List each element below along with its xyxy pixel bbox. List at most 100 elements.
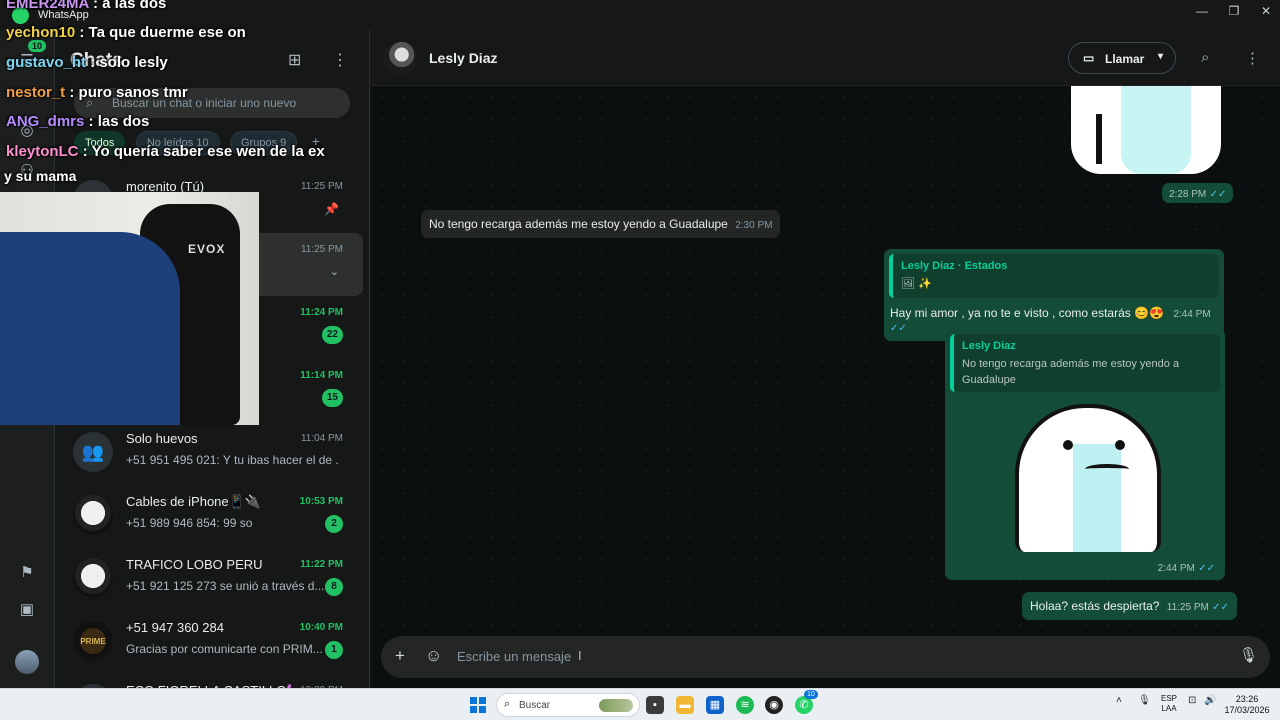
- sticker-eye: [1063, 440, 1073, 450]
- task-view-icon[interactable]: ▪: [646, 696, 664, 714]
- message-area: 2:28 PM ✓✓ No tengo recarga además me es…: [371, 86, 1280, 626]
- unread-count-badge: 22: [321, 326, 343, 344]
- chat-time: 11:25 PM: [300, 181, 343, 192]
- quoted-message[interactable]: Lesly Diaz No tengo recarga además me es…: [950, 334, 1220, 392]
- whatsapp-taskbar-badge: 10: [804, 690, 818, 699]
- sticker-eye: [1115, 440, 1125, 450]
- keyboard-layout: LAA: [1161, 704, 1177, 713]
- unread-count-badge: 8: [325, 578, 343, 596]
- chat-row[interactable]: TRAFICO LOBO PERU 11:22 PM +51 921 125 2…: [63, 548, 363, 611]
- video-camera-icon: ▭: [1083, 51, 1095, 65]
- chat-row[interactable]: 👥 Solo huevos 11:04 PM +51 951 495 021: …: [63, 422, 363, 485]
- message-bubble-out[interactable]: Lesly Diaz No tengo recarga además me es…: [945, 329, 1225, 580]
- chat-time: 11:04 PM: [300, 433, 343, 444]
- chat-row[interactable]: Cables de iPhone📱🔌 10:53 PM +51 989 946 …: [63, 485, 363, 548]
- microphone-icon[interactable]: 🎙: [1138, 695, 1151, 706]
- starred-messages-icon[interactable]: ⚑: [16, 562, 38, 584]
- system-clock[interactable]: 23:26 17/03/2026: [1224, 694, 1270, 716]
- quote-text: No tengo recarga además me estoy yendo a…: [962, 358, 1180, 386]
- sticker-emoji-icon[interactable]: ☺: [425, 646, 442, 666]
- message-time: 2:44 PM: [1173, 309, 1211, 320]
- status-nav-icon[interactable]: ◎: [16, 120, 38, 142]
- composer-placeholder: Escribe un mensaje: [457, 649, 572, 664]
- quote-author: Lesly Diaz: [962, 340, 1016, 352]
- title-bar: WhatsApp — ❐ ✕: [0, 0, 1280, 30]
- chair-brand: EVOX: [188, 242, 226, 256]
- search-icon[interactable]: ⌕: [1201, 49, 1209, 66]
- chevron-down-icon: ▾: [1157, 51, 1163, 62]
- attach-plus-icon[interactable]: +: [395, 646, 405, 666]
- message-text: Hay mi amor , ya no te e visto , como es…: [890, 306, 1164, 320]
- call-button[interactable]: ▭ Llamar ▾: [1068, 42, 1176, 74]
- sticker-tear: [1073, 444, 1121, 552]
- conversation-pane: Lesly Diaz ▭ Llamar ▾ ⌕ ⋮ 2:28 PM ✓✓ No …: [371, 30, 1280, 688]
- chat-preview: +51 921 125 273 se unió a través d...: [126, 579, 325, 593]
- chat-time: 11:22 PM: [300, 559, 343, 570]
- windows-start-icon[interactable]: [470, 697, 486, 713]
- contact-avatar[interactable]: [383, 41, 417, 75]
- menu-icon[interactable]: ⋮: [332, 50, 348, 70]
- search-input[interactable]: ⌕ Buscar un chat o iniciar uno nuevo: [74, 88, 350, 118]
- communities-nav-icon[interactable]: ⚇: [16, 160, 38, 182]
- search-icon: ⌕: [86, 95, 94, 110]
- contact-name[interactable]: Lesly Diaz: [429, 50, 497, 66]
- microsoft-store-icon[interactable]: ▦: [706, 696, 724, 714]
- sticker-mouth: [1085, 464, 1129, 474]
- chevron-down-icon[interactable]: ⌄: [330, 265, 339, 278]
- chat-time: 11:25 PM: [300, 244, 343, 255]
- new-chat-icon[interactable]: ⊞: [288, 50, 301, 70]
- message-time: 11:25 PM: [1166, 602, 1209, 613]
- taskbar-search[interactable]: ⌕ Buscar: [496, 693, 640, 717]
- sticker-image[interactable]: [1015, 404, 1161, 552]
- avatar: PRIME: [73, 621, 113, 661]
- media-gallery-icon[interactable]: ▣: [16, 599, 38, 621]
- microphone-icon[interactable]: 🎙: [1239, 646, 1258, 664]
- taskbar-search-label: Buscar: [519, 700, 551, 711]
- language-indicator[interactable]: ESP LAA: [1158, 694, 1180, 714]
- message-bubble-in[interactable]: No tengo recarga además me estoy yendo a…: [421, 210, 781, 238]
- group-avatar-icon: 👥: [73, 432, 113, 472]
- message-bubble-out[interactable]: Holaa? estás despierta? 11:25 PM ✓✓: [1022, 592, 1237, 620]
- conversation-header: Lesly Diaz ▭ Llamar ▾ ⌕ ⋮: [371, 30, 1280, 86]
- menu-icon[interactable]: ⋮: [1245, 49, 1260, 67]
- avatar: [73, 558, 113, 598]
- chats-nav-icon[interactable]: ☰: [16, 50, 38, 72]
- language-code: ESP: [1160, 694, 1177, 703]
- unread-count-badge: 2: [325, 515, 343, 533]
- filter-all[interactable]: Todos: [74, 131, 126, 155]
- quote-text: 🖼 ✨: [901, 278, 932, 290]
- add-filter-button[interactable]: +: [312, 133, 320, 149]
- sticker-time-badge: 2:28 PM ✓✓: [1162, 183, 1234, 203]
- volume-icon[interactable]: 🔊: [1204, 695, 1216, 706]
- filter-chips: Todos No leídos 10 Grupos 9 +: [74, 131, 320, 155]
- search-highlight-image: [599, 699, 633, 712]
- close-button[interactable]: ✕: [1251, 4, 1280, 18]
- chat-time: 10:40 PM: [299, 622, 343, 633]
- clock-date: 17/03/2026: [1224, 705, 1270, 715]
- message-time: 2:28 PM: [1169, 189, 1207, 200]
- chevron-up-icon[interactable]: ˄: [1116, 695, 1122, 706]
- streamer: [0, 232, 180, 425]
- network-icon[interactable]: ⊡: [1188, 695, 1196, 706]
- read-ticks-icon: ✓✓: [1198, 563, 1215, 574]
- filter-unread[interactable]: No leídos 10: [135, 131, 220, 155]
- message-composer[interactable]: + ☺ Escribe un mensaje I 🎙: [381, 636, 1270, 678]
- profile-avatar[interactable]: [15, 650, 39, 674]
- spotify-icon[interactable]: ≋: [736, 696, 754, 714]
- obs-icon[interactable]: ◉: [765, 696, 783, 714]
- message-text: Holaa? estás despierta?: [1030, 599, 1160, 613]
- search-icon: ⌕: [504, 698, 511, 710]
- sticker-image[interactable]: [1071, 86, 1221, 174]
- chat-name: Solo huevos: [126, 431, 198, 446]
- sticker-outline: [1096, 114, 1102, 164]
- read-ticks-icon: ✓✓: [1209, 189, 1227, 200]
- quoted-status[interactable]: Lesly Diaz · Estados 🖼 ✨: [889, 254, 1219, 298]
- filter-groups[interactable]: Grupos 9: [230, 131, 298, 155]
- message-time: 2:30 PM: [735, 220, 773, 231]
- minimize-button[interactable]: —: [1187, 4, 1217, 18]
- message-bubble-out[interactable]: Lesly Diaz · Estados 🖼 ✨ Hay mi amor , y…: [884, 249, 1224, 341]
- maximize-button[interactable]: ❐: [1219, 4, 1249, 18]
- chat-row[interactable]: PRIME +51 947 360 284 10:40 PM Gracias p…: [63, 611, 363, 674]
- file-explorer-icon[interactable]: ▬: [676, 696, 694, 714]
- message-text: No tengo recarga además me estoy yendo a…: [429, 217, 728, 231]
